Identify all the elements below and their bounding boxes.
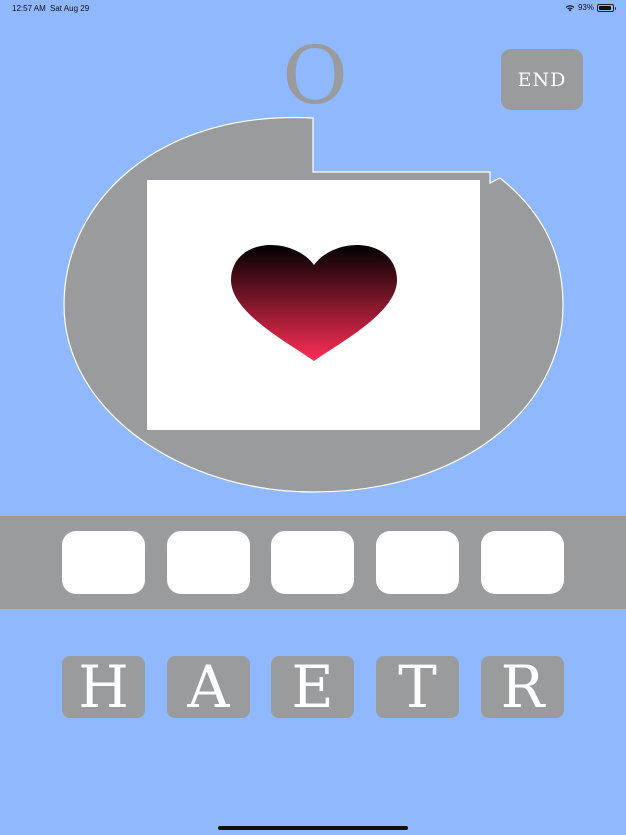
answer-slot-3[interactable] xyxy=(271,531,354,594)
picture-card xyxy=(147,180,480,430)
answer-slot-5[interactable] xyxy=(481,531,564,594)
letter-tile-e[interactable]: E xyxy=(271,656,354,718)
letter-tile-a[interactable]: A xyxy=(167,656,250,718)
letter-tile-h[interactable]: H xyxy=(62,656,145,718)
answer-slot-2[interactable] xyxy=(167,531,250,594)
answer-slot-4[interactable] xyxy=(376,531,459,594)
answer-slot-1[interactable] xyxy=(62,531,145,594)
letter-tile-t[interactable]: T xyxy=(376,656,459,718)
heart-icon xyxy=(231,245,397,361)
home-indicator[interactable] xyxy=(218,826,408,830)
answer-strip xyxy=(0,516,626,609)
letter-tile-r[interactable]: R xyxy=(481,656,564,718)
